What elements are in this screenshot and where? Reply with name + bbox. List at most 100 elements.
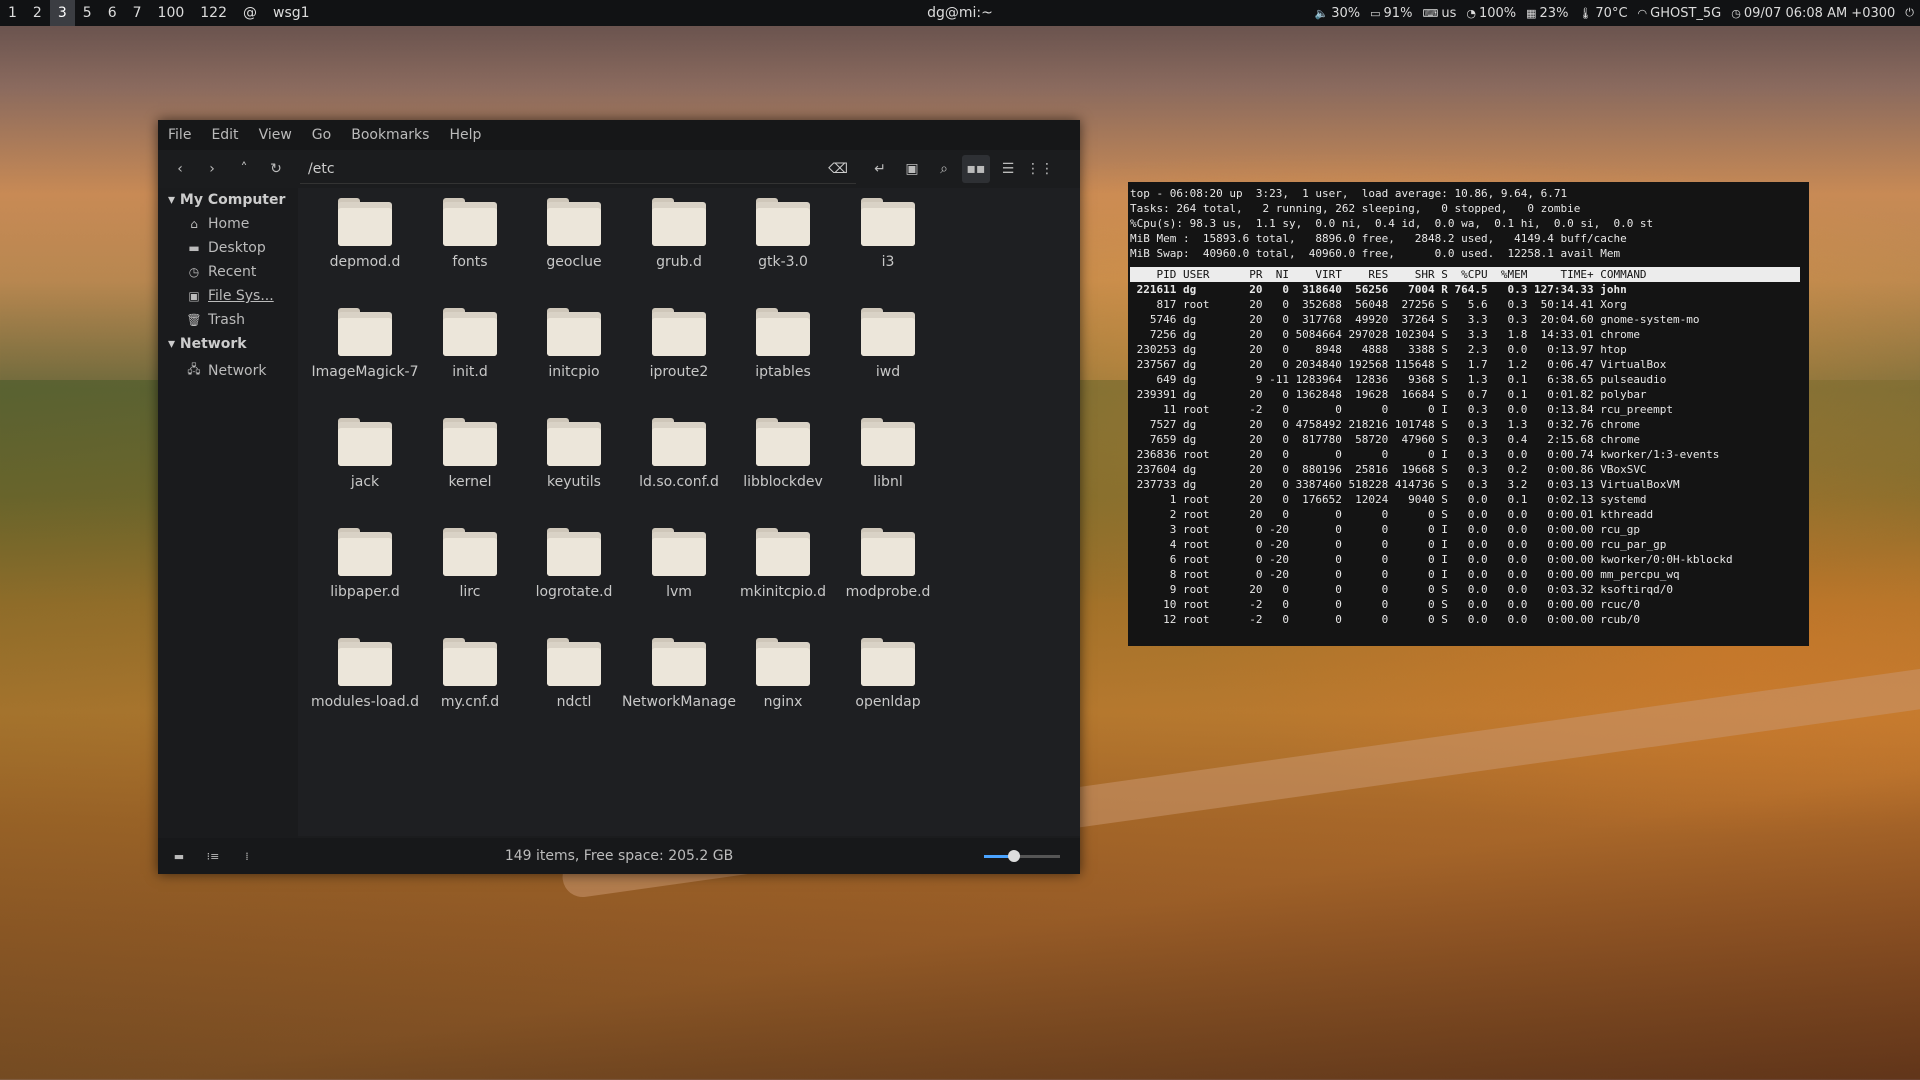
menu-item[interactable]: View: [249, 127, 302, 143]
folder-item[interactable]: openldap: [828, 638, 948, 710]
menu-item[interactable]: Go: [302, 127, 341, 143]
folder-item[interactable]: nginx: [723, 638, 843, 710]
folder-item[interactable]: libnl: [828, 418, 948, 490]
search-button[interactable]: ⌕: [930, 155, 958, 183]
process-table-header: PID USER PR NI VIRT RES SHR S %CPU %MEM …: [1130, 267, 1800, 282]
sidebar-header-my-computer[interactable]: ▾ My Computer: [158, 188, 298, 212]
terminal-icon: ▣: [905, 161, 919, 177]
workspace-button[interactable]: 2: [25, 0, 50, 26]
sidebar-item-desktop[interactable]: ▬ Desktop: [158, 236, 298, 260]
compact-view-button[interactable]: ⋮⋮: [1026, 155, 1054, 183]
menu-item[interactable]: Edit: [201, 127, 248, 143]
temperature-indicator[interactable]: 🌡 70°C: [1578, 6, 1627, 21]
folder-item[interactable]: modules-load.d: [305, 638, 425, 710]
menu-bar: File Edit View Go Bookmarks Help: [158, 120, 1080, 150]
back-button[interactable]: ‹: [166, 155, 194, 183]
keyboard-indicator[interactable]: ⌨ us: [1422, 6, 1456, 21]
folder-item[interactable]: grub.d: [619, 198, 739, 270]
folder-label: keyutils: [547, 474, 601, 490]
workspace-button[interactable]: 3: [49, 0, 75, 26]
process-row: 10 root -2 0 0 0 0 S 0.0 0.0 0:00.00 rcu…: [1130, 598, 1640, 611]
workspace-button[interactable]: 1: [0, 0, 25, 26]
workspace-button[interactable]: wsg1: [265, 0, 318, 26]
sidebar-item-home[interactable]: ⌂ Home: [158, 212, 298, 236]
folder-item[interactable]: ImageMagick-7: [305, 308, 425, 380]
folder-item[interactable]: fonts: [410, 198, 530, 270]
top-summary-line: top - 06:08:20 up 3:23, 1 user, load ave…: [1130, 187, 1568, 200]
folder-item[interactable]: jack: [305, 418, 425, 490]
folder-item[interactable]: libpaper.d: [305, 528, 425, 600]
folder-item[interactable]: lvm: [619, 528, 739, 600]
folder-item[interactable]: NetworkManage: [619, 638, 739, 710]
return-icon: ↵: [874, 161, 886, 177]
up-button[interactable]: ˄: [230, 155, 258, 183]
folder-item[interactable]: init.d: [410, 308, 530, 380]
folder-item[interactable]: depmod.d: [305, 198, 425, 270]
process-row: 7659 dg 20 0 817780 58720 47960 S 0.3 0.…: [1130, 433, 1640, 446]
folder-item[interactable]: iwd: [828, 308, 948, 380]
toggle-location-button[interactable]: ↵: [866, 155, 894, 183]
folder-label: NetworkManage: [621, 694, 737, 710]
forward-button[interactable]: ›: [198, 155, 226, 183]
wifi-indicator[interactable]: ◠ GHOST_5G: [1638, 6, 1722, 21]
folder-label: nginx: [763, 694, 803, 710]
sidebar-item-recent[interactable]: ◷ Recent: [158, 260, 298, 284]
drive-icon: ▣: [188, 289, 200, 303]
folder-label: depmod.d: [329, 254, 401, 270]
workspace-button[interactable]: 7: [125, 0, 150, 26]
location-bar[interactable]: /etc ⌫: [300, 154, 856, 184]
power-button[interactable]: ⏻: [1905, 6, 1914, 20]
folder-icon: [756, 198, 810, 246]
memory-indicator[interactable]: ▦ 23%: [1526, 6, 1568, 21]
open-terminal-button[interactable]: ▣: [898, 155, 926, 183]
workspace-button[interactable]: 6: [100, 0, 125, 26]
folder-item[interactable]: initcpio: [514, 308, 634, 380]
volume-indicator[interactable]: 🔈 30%: [1315, 6, 1361, 21]
workspace-button[interactable]: 122: [192, 0, 235, 26]
folder-item[interactable]: i3: [828, 198, 948, 270]
menu-item[interactable]: File: [158, 127, 201, 143]
clear-path-icon[interactable]: ⌫: [828, 161, 848, 177]
sidebar-header-network[interactable]: ▾ Network: [158, 332, 298, 356]
folder-item[interactable]: my.cnf.d: [410, 638, 530, 710]
folder-icon: [756, 308, 810, 356]
list-view-button[interactable]: ☰: [994, 155, 1022, 183]
folder-grid: depmod.d fonts geoclue grub.d gtk-3.0 i3 Image…: [298, 188, 1080, 836]
folder-item[interactable]: ld.so.conf.d: [619, 418, 739, 490]
folder-item[interactable]: lirc: [410, 528, 530, 600]
workspace-button[interactable]: 5: [75, 0, 100, 26]
clock-indicator[interactable]: ◷ 09/07 06:08 AM +0300: [1731, 6, 1895, 21]
folder-item[interactable]: iproute2: [619, 308, 739, 380]
folder-item[interactable]: mkinitcpio.d: [723, 528, 843, 600]
brightness-indicator[interactable]: ◔ 100%: [1466, 6, 1516, 21]
folder-item[interactable]: kernel: [410, 418, 530, 490]
folder-item[interactable]: gtk-3.0: [723, 198, 843, 270]
reload-button[interactable]: ↻: [262, 155, 290, 183]
top-bar: 1 2 3 5 6 7 100 122 @ wsg1 dg@mi:~ 🔈 30% ▭ 91% ⌨ us …: [0, 0, 1920, 26]
icon-view-button[interactable]: ▪▪: [962, 155, 990, 183]
menu-item[interactable]: Bookmarks: [341, 127, 439, 143]
menu-item[interactable]: Help: [439, 127, 491, 143]
workspace-button[interactable]: @: [235, 0, 265, 26]
sidebar-item-trash[interactable]: 🗑 Trash: [158, 308, 298, 332]
process-row: 3 root 0 -20 0 0 0 I 0.0 0.0 0:00.00 rcu…: [1130, 523, 1640, 536]
folder-label: lirc: [459, 584, 481, 600]
sidebar-item-file-system[interactable]: ▣ File Sys...: [158, 284, 298, 308]
folder-item[interactable]: ndctl: [514, 638, 634, 710]
folder-item[interactable]: libblockdev: [723, 418, 843, 490]
folder-label: ld.so.conf.d: [639, 474, 719, 490]
workspace-button[interactable]: 100: [150, 0, 193, 26]
folder-item[interactable]: keyutils: [514, 418, 634, 490]
folder-item[interactable]: logrotate.d: [514, 528, 634, 600]
process-row: 221611 dg 20 0 318640 56256 7004 R 764.5…: [1130, 283, 1627, 296]
folder-icon: [338, 198, 392, 246]
sidebar-item-network[interactable]: 🖧 Network: [158, 356, 298, 385]
folder-item[interactable]: modprobe.d: [828, 528, 948, 600]
folder-item[interactable]: geoclue: [514, 198, 634, 270]
zoom-slider[interactable]: [984, 850, 1060, 862]
battery-indicator[interactable]: ▭ 91%: [1370, 6, 1412, 21]
terminal-window[interactable]: top - 06:08:20 up 3:23, 1 user, load ave…: [1128, 182, 1809, 646]
chevron-right-icon: ›: [209, 161, 215, 177]
process-row: 237733 dg 20 0 3387460 518228 414736 S 0…: [1130, 478, 1680, 491]
folder-item[interactable]: iptables: [723, 308, 843, 380]
